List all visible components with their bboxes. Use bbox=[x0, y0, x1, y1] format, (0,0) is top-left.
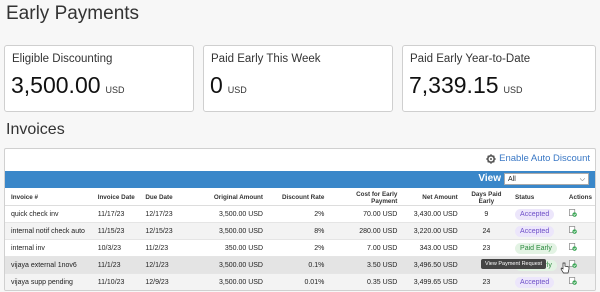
view-request-icon[interactable] bbox=[569, 243, 577, 251]
cell-cost-early: 70.00 USD bbox=[327, 205, 401, 223]
view-request-icon[interactable] bbox=[569, 209, 577, 217]
cell-days: 23 bbox=[460, 239, 513, 257]
gear-icon bbox=[486, 153, 496, 164]
hand-cursor-icon bbox=[560, 262, 570, 274]
cell-actions bbox=[565, 222, 595, 240]
card-value: 0 USD bbox=[210, 72, 247, 98]
card-eligible-discounting: Eligible Discounting 3,500.00 USD bbox=[4, 45, 194, 112]
table-header-row: Invoice # Invoice Date Due Date Original… bbox=[5, 190, 595, 206]
cell-original-amount: 3,500.00 USD bbox=[202, 273, 266, 290]
cell-due-date: 12/17/23 bbox=[142, 205, 203, 223]
cell-actions bbox=[565, 256, 595, 274]
cell-original-amount: 3,500.00 USD bbox=[202, 222, 266, 240]
cell-original-amount: 3,500.00 USD bbox=[202, 256, 266, 274]
cell-invoice-date: 10/3/23 bbox=[94, 239, 143, 257]
table-row[interactable]: vijaya supp pending 11/10/23 12/9/23 3,5… bbox=[5, 273, 595, 290]
cell-days: 9 bbox=[460, 205, 513, 223]
cell-invoice-date: 11/1/23 bbox=[94, 256, 143, 274]
cell-discount-rate: 2% bbox=[266, 205, 328, 223]
cell-invoice: quick check inv bbox=[5, 205, 95, 223]
cell-due-date: 12/15/23 bbox=[142, 222, 203, 240]
cell-due-date: 12/1/23 bbox=[142, 256, 203, 274]
card-value: 7,339.15 USD bbox=[409, 72, 523, 98]
cell-due-date: 11/2/23 bbox=[142, 239, 203, 257]
cell-net-amount: 3,496.50 USD bbox=[400, 256, 461, 274]
col-invoice[interactable]: Invoice # bbox=[5, 190, 95, 206]
page-title: Early Payments bbox=[6, 3, 140, 24]
card-label: Paid Early This Week bbox=[211, 53, 321, 65]
cell-net-amount: 3,430.00 USD bbox=[400, 205, 461, 223]
col-invoice-date[interactable]: Invoice Date bbox=[94, 190, 143, 206]
cell-invoice: internal notif check auto bbox=[5, 222, 95, 240]
cell-discount-rate: 0.01% bbox=[266, 273, 328, 290]
table-row[interactable]: internal inv 10/3/23 11/2/23 350.00 USD … bbox=[5, 239, 595, 257]
table-row[interactable]: internal notif check auto 11/15/23 12/15… bbox=[5, 222, 595, 240]
cell-invoice: vijaya supp pending bbox=[5, 273, 95, 290]
cell-status: Accepted bbox=[512, 205, 566, 223]
col-status[interactable]: Status bbox=[512, 190, 566, 206]
card-paid-early-ytd: Paid Early Year-to-Date 7,339.15 USD bbox=[402, 45, 596, 112]
cell-cost-early: 280.00 USD bbox=[327, 222, 401, 240]
enable-auto-discount-label: Enable Auto Discount bbox=[499, 153, 590, 164]
view-label: View bbox=[478, 173, 501, 184]
cell-net-amount: 3,220.00 USD bbox=[400, 222, 461, 240]
col-due-date[interactable]: Due Date bbox=[142, 190, 203, 206]
cell-days: 24 bbox=[460, 222, 513, 240]
status-badge: Accepted bbox=[515, 225, 555, 237]
cell-invoice-date: 11/10/23 bbox=[94, 273, 143, 290]
cell-actions bbox=[565, 273, 595, 290]
col-discount-rate[interactable]: Discount Rate bbox=[266, 190, 328, 206]
invoices-title: Invoices bbox=[6, 121, 65, 138]
cell-actions bbox=[565, 239, 595, 257]
view-select[interactable]: All ⌵ bbox=[504, 173, 589, 185]
cell-discount-rate: 8% bbox=[266, 222, 328, 240]
card-label: Eligible Discounting bbox=[12, 53, 113, 65]
col-original-amount[interactable]: Original Amount bbox=[202, 190, 266, 206]
card-paid-early-week: Paid Early This Week 0 USD bbox=[203, 45, 393, 112]
col-days-paid-early[interactable]: Days Paid Early bbox=[460, 190, 513, 206]
cell-invoice-date: 11/15/23 bbox=[94, 222, 143, 240]
view-request-icon[interactable] bbox=[569, 277, 577, 285]
cell-discount-rate: 0.1% bbox=[266, 256, 328, 274]
col-net-amount[interactable]: Net Amount bbox=[400, 190, 461, 206]
cell-original-amount: 350.00 USD bbox=[202, 239, 266, 257]
cell-cost-early: 0.35 USD bbox=[327, 273, 401, 290]
card-label: Paid Early Year-to-Date bbox=[410, 53, 531, 65]
cell-discount-rate: 2% bbox=[266, 239, 328, 257]
cell-invoice-date: 11/17/23 bbox=[94, 205, 143, 223]
status-badge: Paid Early bbox=[515, 242, 557, 254]
cell-original-amount: 3,500.00 USD bbox=[202, 205, 266, 223]
enable-auto-discount-link[interactable]: Enable Auto Discount bbox=[486, 153, 590, 164]
status-badge: Accepted bbox=[515, 276, 555, 288]
cell-net-amount: 343.00 USD bbox=[400, 239, 461, 257]
cell-days: 23 bbox=[460, 273, 513, 290]
cell-status: Accepted bbox=[512, 222, 566, 240]
cell-net-amount: 3,499.65 USD bbox=[400, 273, 461, 290]
col-actions: Actions bbox=[565, 190, 595, 206]
cell-status: Accepted bbox=[512, 273, 566, 290]
cell-invoice: vijaya external 1nov6 bbox=[5, 256, 95, 274]
view-select-value: All bbox=[508, 176, 516, 183]
invoices-table: Invoice # Invoice Date Due Date Original… bbox=[5, 190, 595, 290]
status-badge: Accepted bbox=[515, 208, 555, 220]
view-request-icon[interactable] bbox=[569, 226, 577, 234]
tooltip: View Payment Request bbox=[481, 259, 547, 269]
view-filter-bar: View All ⌵ bbox=[5, 171, 595, 188]
table-row[interactable]: quick check inv 11/17/23 12/17/23 3,500.… bbox=[5, 205, 595, 223]
cell-actions bbox=[565, 205, 595, 223]
cell-invoice: internal inv bbox=[5, 239, 95, 257]
invoices-panel: Enable Auto Discount View All ⌵ Invoice … bbox=[4, 148, 596, 291]
chevron-down-icon: ⌵ bbox=[579, 176, 585, 183]
cell-status: Paid Early bbox=[512, 239, 566, 257]
view-request-icon[interactable] bbox=[569, 260, 577, 268]
col-cost-early[interactable]: Cost for Early Payment bbox=[327, 190, 401, 206]
card-value: 3,500.00 USD bbox=[11, 72, 125, 98]
cell-cost-early: 3.50 USD bbox=[327, 256, 401, 274]
cell-cost-early: 7.00 USD bbox=[327, 239, 401, 257]
cell-due-date: 12/9/23 bbox=[142, 273, 203, 290]
